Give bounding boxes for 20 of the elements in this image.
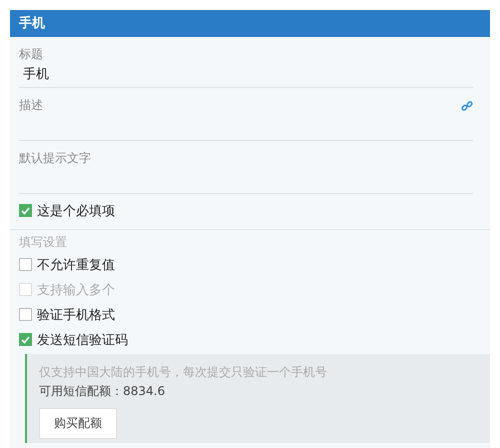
checkbox-label: 发送短信验证码	[37, 332, 128, 348]
checkbox[interactable]	[19, 204, 32, 217]
field-label: 标题	[19, 46, 43, 63]
link-icon[interactable]	[461, 100, 473, 112]
checkbox-label: 这是个必填项	[37, 202, 115, 220]
text-field[interactable]: 标题 手机	[19, 37, 473, 88]
field-label: 默认提示文字	[19, 150, 91, 167]
checkbox-label: 验证手机格式	[37, 306, 115, 324]
section-title: 填写设置	[18, 234, 68, 251]
buy-quota-button[interactable]: 购买配额	[39, 408, 117, 439]
checkbox[interactable]	[19, 308, 32, 321]
panel-title: 手机	[10, 10, 490, 37]
checkbox-label: 不允许重复值	[37, 256, 115, 274]
checkbox[interactable]	[19, 333, 32, 346]
field-label: 描述	[19, 97, 43, 114]
checkbox-label: 支持输入多个	[37, 282, 115, 298]
quota-text: 可用短信配额：8834.6	[39, 383, 166, 400]
note-text: 仅支持中国大陆的手机号，每次提交只验证一个手机号	[39, 364, 328, 381]
field-value: 手机	[22, 66, 50, 84]
checkbox[interactable]	[19, 258, 32, 271]
